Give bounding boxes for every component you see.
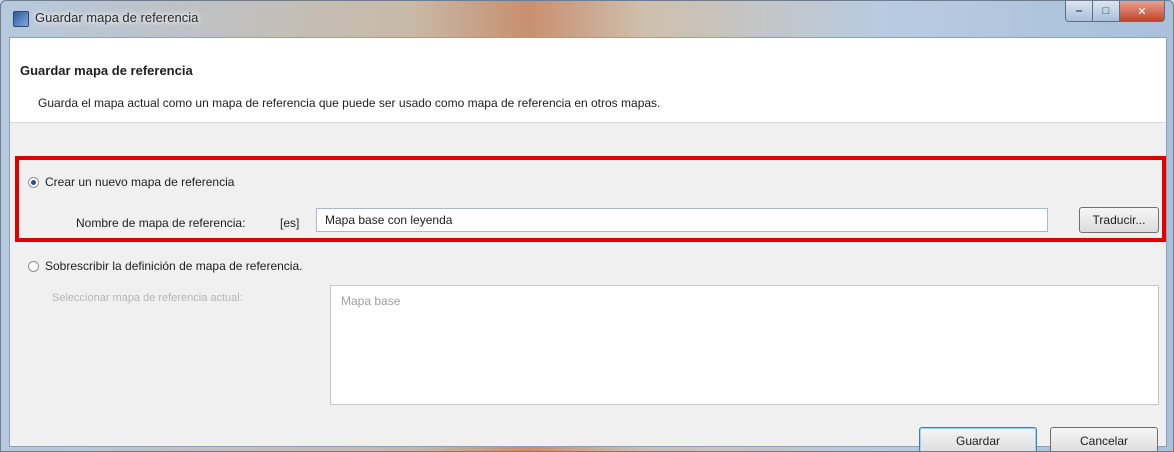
dialog-header: Guardar mapa de referencia Guarda el map… — [10, 38, 1166, 123]
cancel-button[interactable]: Cancelar — [1050, 427, 1158, 451]
dialog-window: Guardar mapa de referencia ‒ □ ✕ Guardar… — [0, 0, 1174, 452]
radio-overwrite[interactable]: Sobrescribir la definición de mapa de re… — [28, 259, 302, 273]
highlight-box — [15, 156, 1166, 242]
window-controls: ‒ □ ✕ — [1065, 1, 1165, 22]
title-bar[interactable]: Guardar mapa de referencia ‒ □ ✕ — [1, 1, 1173, 37]
maximize-icon: □ — [1102, 5, 1110, 17]
dialog-title: Guardar mapa de referencia — [20, 63, 193, 78]
save-button[interactable]: Guardar — [919, 427, 1037, 451]
close-button[interactable]: ✕ — [1120, 1, 1165, 22]
radio-overwrite-indicator[interactable] — [28, 260, 39, 272]
minimize-icon: ‒ — [1075, 5, 1083, 17]
list-item[interactable]: Mapa base — [341, 294, 400, 308]
dialog-content: Guardar mapa de referencia Guarda el map… — [9, 37, 1167, 451]
select-map-label: Seleccionar mapa de referencia actual: — [52, 292, 243, 304]
minimize-button[interactable]: ‒ — [1065, 1, 1093, 22]
maximize-button[interactable]: □ — [1093, 1, 1120, 22]
window-title: Guardar mapa de referencia — [35, 10, 199, 25]
app-icon — [13, 11, 29, 27]
reference-map-list[interactable]: Mapa base — [330, 285, 1159, 405]
dialog-description: Guarda el mapa actual como un mapa de re… — [38, 96, 661, 110]
radio-overwrite-label[interactable]: Sobrescribir la definición de mapa de re… — [45, 259, 302, 273]
close-icon: ✕ — [1137, 5, 1147, 18]
